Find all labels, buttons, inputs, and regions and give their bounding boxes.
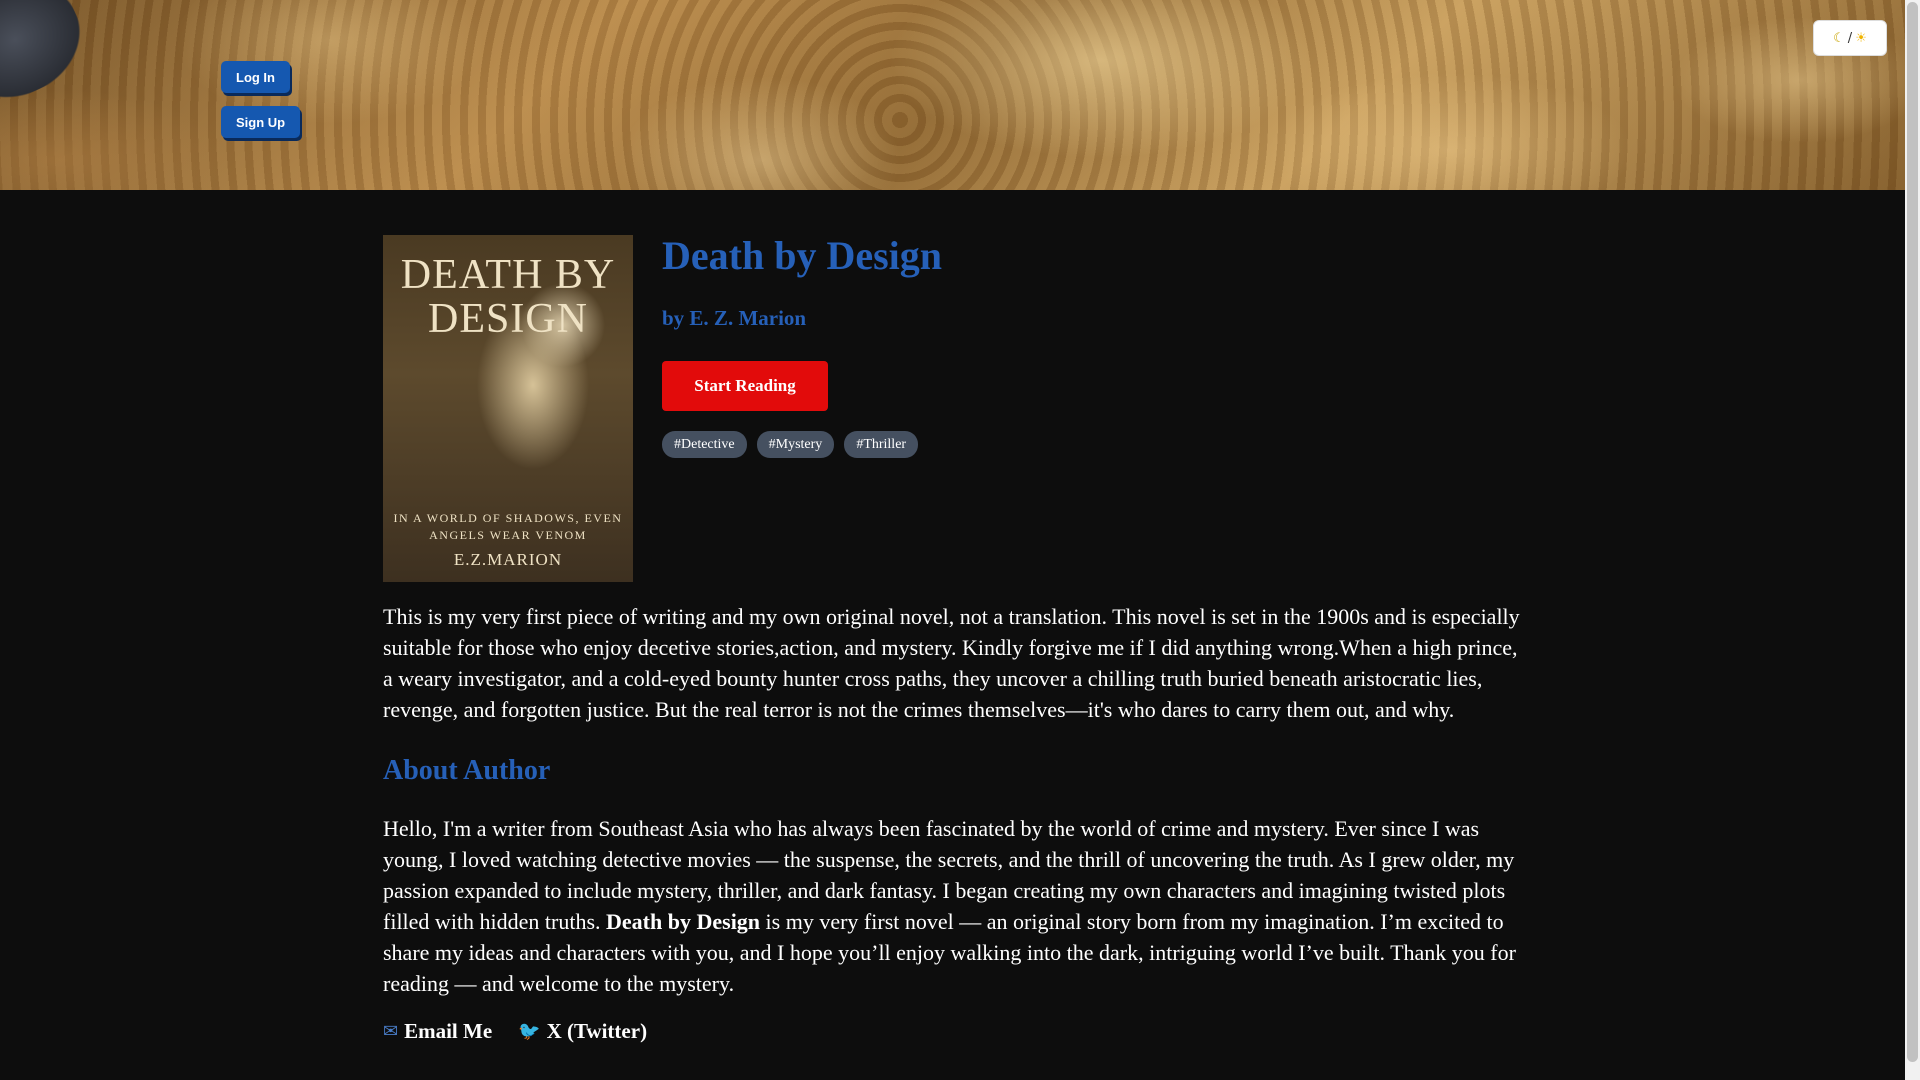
about-author-text: Hello, I'm a writer from Southeast Asia … xyxy=(383,813,1523,999)
book-title: Death by Design xyxy=(662,233,943,278)
cover-title: DEATH BY DESIGN xyxy=(400,252,616,343)
email-label: Email Me xyxy=(404,1019,493,1043)
twitter-link[interactable]: 🐦 X (Twitter) xyxy=(518,1019,647,1044)
cover-author: E.Z.MARION xyxy=(453,550,563,569)
book-description: This is my very first piece of writing a… xyxy=(383,604,1520,722)
cover-tagline: IN A WORLD OF SHADOWS, EVEN ANGELS WEAR … xyxy=(393,511,623,543)
signup-button[interactable]: Sign Up xyxy=(221,106,301,138)
bird-icon: 🐦 xyxy=(518,1021,541,1042)
email-link[interactable]: ✉ Email Me xyxy=(383,1019,492,1044)
book-author: by E. Z. Marion xyxy=(662,306,807,330)
theme-toggle-button[interactable]: ☾ / ☀ xyxy=(1813,20,1887,56)
tag-list: #Detective #Mystery #Thriller xyxy=(662,431,919,458)
login-button[interactable]: Log In xyxy=(221,61,290,93)
tag-thriller[interactable]: #Thriller xyxy=(844,431,919,458)
header-banner: Log In Sign Up ☾ / ☀ xyxy=(0,0,1905,190)
about-book-title: Death by Design xyxy=(606,909,761,934)
about-author-heading: About Author xyxy=(383,755,551,786)
scrollbar-thumb[interactable] xyxy=(1907,2,1918,1062)
page-scrollbar[interactable] xyxy=(1905,0,1920,1080)
moon-icon: ☾ xyxy=(1833,30,1845,46)
twitter-label: X (Twitter) xyxy=(546,1019,648,1043)
sun-icon: ☀ xyxy=(1855,30,1867,46)
book-cover-image: DEATH BY DESIGN IN A WORLD OF SHADOWS, E… xyxy=(383,235,633,582)
theme-separator: / xyxy=(1847,30,1853,46)
contact-links: ✉ Email Me 🐦 X (Twitter) xyxy=(383,1019,647,1044)
tag-detective[interactable]: #Detective xyxy=(662,431,747,458)
tag-mystery[interactable]: #Mystery xyxy=(756,431,835,458)
email-icon: ✉ xyxy=(383,1021,399,1042)
start-reading-button[interactable]: Start Reading xyxy=(662,361,828,411)
